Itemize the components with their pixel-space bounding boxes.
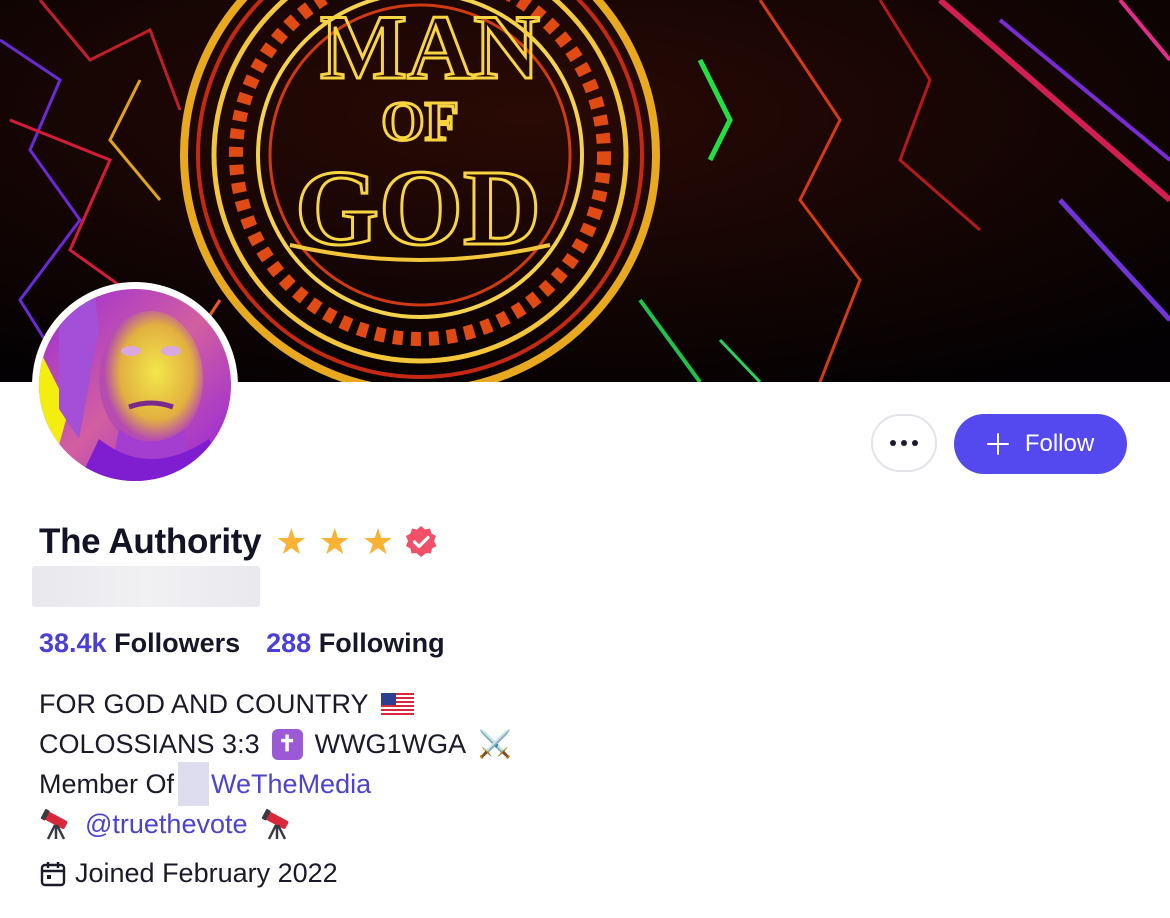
redacted-block xyxy=(178,762,210,806)
avatar-image xyxy=(39,289,231,481)
followers-count: 38.4k xyxy=(39,628,107,658)
cross-icon: ✝ xyxy=(271,728,303,760)
bio-text: FOR GOD AND COUNTRY xyxy=(39,689,369,719)
bio-line: Member Of WeTheMedia xyxy=(39,762,512,806)
avatar[interactable] xyxy=(32,282,238,488)
bio-line: @truethevote xyxy=(39,804,512,844)
profile-name-row: The Authority ★ ★ ★ xyxy=(39,520,438,564)
banner-text-of: OF xyxy=(381,91,459,153)
star-icon: ★ xyxy=(275,521,308,562)
follow-button-label: Follow xyxy=(1024,430,1095,457)
joined-date: Joined February 2022 xyxy=(39,858,338,889)
following-label: Following xyxy=(318,628,445,658)
profile-bio: FOR GOD AND COUNTRY COLOSSIANS 3:3 ✝ WWG… xyxy=(39,684,512,844)
verified-badge-icon xyxy=(406,526,437,557)
following-link[interactable]: 288 Following xyxy=(266,628,445,659)
more-icon xyxy=(890,440,896,446)
calendar-icon xyxy=(40,861,66,886)
bio-line: COLOSSIANS 3:3 ✝ WWG1WGA ⚔️ xyxy=(39,724,512,764)
telescope-icon xyxy=(40,809,68,840)
followers-label: Followers xyxy=(114,628,241,658)
display-name: The Authority xyxy=(39,522,262,561)
followers-link[interactable]: 38.4k Followers xyxy=(39,628,240,659)
follow-button[interactable]: Follow xyxy=(954,414,1127,474)
following-count: 288 xyxy=(266,628,312,658)
username-redacted xyxy=(32,566,260,607)
bio-text: Member Of xyxy=(39,769,175,799)
bio-text: COLOSSIANS 3:3 xyxy=(39,729,260,759)
bio-text: WWG1WGA xyxy=(314,729,467,759)
bio-line: FOR GOD AND COUNTRY xyxy=(39,684,512,724)
banner-text-god: GOD xyxy=(295,149,541,268)
plus-icon xyxy=(986,433,1009,455)
crossed-swords-icon: ⚔️ xyxy=(478,729,512,759)
follow-stats: 38.4k Followers 288 Following xyxy=(39,628,445,659)
banner-text-man: MAN xyxy=(320,0,540,98)
us-flag-icon xyxy=(380,693,414,715)
star-icon: ★ xyxy=(361,521,395,562)
truethevote-link[interactable]: @truethevote xyxy=(85,804,248,844)
telescope-icon xyxy=(261,809,288,840)
joined-text: Joined February 2022 xyxy=(75,858,338,888)
wethemedia-link[interactable]: WeTheMedia xyxy=(211,764,371,804)
more-options-button[interactable] xyxy=(871,414,937,472)
star-icon: ★ xyxy=(318,521,351,562)
